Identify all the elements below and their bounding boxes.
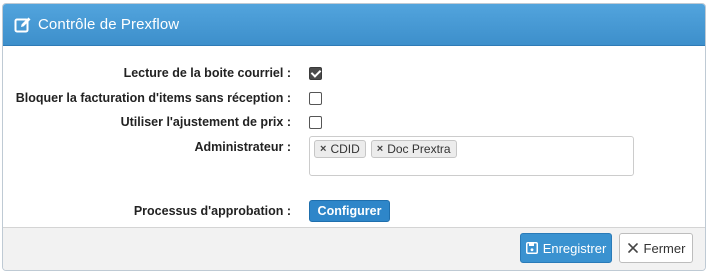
price-adjustment-label: Utiliser l'ajustement de prix :	[120, 115, 291, 129]
close-icon	[627, 242, 639, 254]
approval-process-label: Processus d'approbation :	[133, 204, 291, 218]
tag-doc-prextra: × Doc Prextra	[370, 140, 457, 158]
administrator-tag-input[interactable]: × CDID × Doc Prextra	[309, 136, 634, 176]
dialog-footer: Enregistrer Fermer	[3, 227, 705, 270]
price-adjustment-checkbox[interactable]	[309, 116, 322, 129]
save-button-label: Enregistrer	[542, 240, 607, 256]
save-button[interactable]: Enregistrer	[520, 233, 612, 263]
tag-label: CDID	[330, 142, 360, 156]
block-billing-checkbox[interactable]	[309, 92, 322, 105]
mail-reading-label: Lecture de la boite courriel :	[123, 66, 291, 80]
dialog-header: Contrôle de Prexflow	[3, 4, 705, 46]
prexflow-control-dialog: Contrôle de Prexflow Lecture de la boite…	[2, 3, 706, 271]
mail-reading-checkbox[interactable]	[309, 67, 322, 80]
remove-tag-icon[interactable]: ×	[320, 143, 326, 155]
administrator-label: Administrateur :	[194, 140, 291, 154]
dialog-body: Lecture de la boite courriel : Bloquer l…	[3, 46, 705, 230]
close-button[interactable]: Fermer	[619, 233, 693, 263]
tag-label: Doc Prextra	[387, 142, 451, 156]
remove-tag-icon[interactable]: ×	[377, 143, 383, 155]
configure-button[interactable]: Configurer	[309, 200, 390, 222]
close-button-label: Fermer	[643, 240, 686, 256]
floppy-disk-icon	[525, 242, 538, 254]
tag-cdid: × CDID	[314, 140, 366, 158]
dialog-title: Contrôle de Prexflow	[38, 16, 180, 33]
block-billing-label: Bloquer la facturation d'items sans réce…	[15, 91, 291, 105]
edit-icon	[14, 16, 32, 34]
